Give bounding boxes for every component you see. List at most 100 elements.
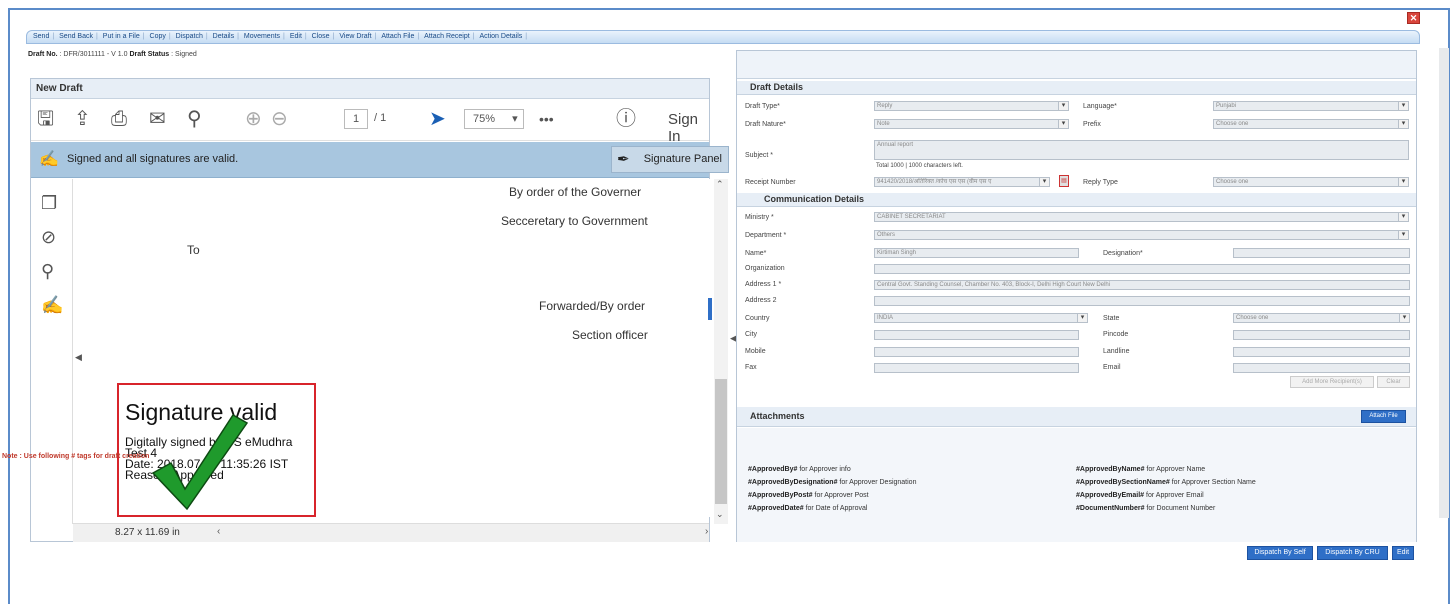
sign-icon[interactable]: ✍ — [41, 295, 63, 316]
dispatch-by-cru-button[interactable]: Dispatch By CRU — [1317, 546, 1388, 560]
print-icon[interactable]: ⎙ — [111, 107, 127, 131]
mobile-input[interactable] — [874, 347, 1079, 357]
more-tools-icon[interactable]: ••• — [539, 107, 554, 131]
mail-icon[interactable]: ✉ — [149, 107, 166, 131]
designation-label: Designation* — [1103, 250, 1143, 257]
clear-button[interactable]: Clear — [1377, 376, 1410, 388]
toolbar-copy[interactable]: Copy — [150, 31, 166, 43]
language-label: Language* — [1083, 103, 1117, 110]
zoom-select[interactable]: 75% ▾ — [464, 109, 524, 129]
prefix-label: Prefix — [1083, 121, 1101, 128]
receipt-number-label: Receipt Number — [745, 179, 796, 186]
help-icon[interactable]: ⓘ — [616, 107, 636, 131]
doc-line-forwarded: Forwarded/By order — [539, 299, 646, 313]
signature-stamp[interactable]: Signature valid Digitally signed by DS e… — [117, 383, 316, 517]
doc-line-section-officer: Section officer — [572, 328, 648, 342]
email-input[interactable] — [1233, 363, 1410, 373]
receipt-number-select[interactable]: 941420/2018/अतिरिक्त /कोच एस एस (वीम एस … — [874, 177, 1050, 187]
toolbar-action-details[interactable]: Action Details — [479, 31, 522, 43]
toolbar-edit[interactable]: Edit — [290, 31, 302, 43]
attachment-icon[interactable]: ⊘ — [41, 227, 56, 248]
page-number-input[interactable]: 1 — [344, 109, 368, 129]
scroll-up-icon[interactable]: ⌃ — [716, 179, 724, 190]
fax-input[interactable] — [874, 363, 1079, 373]
pincode-input[interactable] — [1233, 330, 1410, 340]
tag-approved-by-email: #ApprovedByEmail# for Approver Email — [1076, 492, 1204, 499]
add-more-recipient-button[interactable]: Add More Recipient(s) — [1290, 376, 1374, 388]
signature-panel-icon: ✒ — [617, 151, 630, 168]
page-total: / 1 — [374, 112, 387, 124]
country-label: Country — [745, 315, 770, 322]
scroll-right-icon[interactable]: › — [705, 526, 708, 537]
scroll-down-icon[interactable]: ⌄ — [716, 509, 724, 520]
upload-icon[interactable]: ⇪ — [74, 107, 91, 131]
toolbar-details[interactable]: Details — [213, 31, 234, 43]
signature-panel-button[interactable]: ✒ Signature Panel — [611, 146, 729, 173]
toolbar-put-in-file[interactable]: Put in a File — [103, 31, 140, 43]
draft-nature-label: Draft Nature* — [745, 121, 786, 128]
toolbar-view-draft[interactable]: View Draft — [339, 31, 371, 43]
state-label: State — [1103, 315, 1120, 322]
designation-input[interactable] — [1233, 248, 1410, 258]
zoom-value: 75% — [473, 113, 496, 125]
prefix-select[interactable]: Choose one — [1213, 119, 1409, 129]
attach-file-button[interactable]: Attach File — [1361, 410, 1406, 423]
country-select[interactable]: INDIA — [874, 313, 1088, 323]
page-down-icon[interactable]: ⊖ — [271, 107, 288, 131]
ministry-select[interactable]: CABINET SECRETARIAT — [874, 212, 1409, 222]
vertical-scrollbar[interactable]: ⌃ ⌄ — [714, 179, 728, 524]
panel-splitter[interactable] — [708, 298, 712, 320]
tag-document-number: #DocumentNumber# for Document Number — [1076, 505, 1216, 512]
close-icon[interactable]: ✕ — [1407, 12, 1420, 24]
outer-scrollbar[interactable] — [1439, 48, 1449, 518]
language-select[interactable]: Punjabi — [1213, 101, 1409, 111]
subject-textarea[interactable]: Annual report — [874, 140, 1409, 160]
tag-approved-by-post: #ApprovedByPost# for Approver Post — [748, 492, 869, 499]
toolbar-close[interactable]: Close — [312, 31, 330, 43]
toolbar-attach-receipt[interactable]: Attach Receipt — [424, 31, 470, 43]
pages-icon[interactable]: ❐ — [41, 193, 57, 214]
sign-in-link[interactable]: Sign In — [668, 111, 709, 145]
toolbar-dispatch[interactable]: Dispatch — [176, 31, 203, 43]
signature-panel-label: Signature Panel — [643, 153, 722, 165]
attachments-header: Attachments — [737, 407, 1416, 427]
city-input[interactable] — [874, 330, 1079, 340]
horizontal-bar: 8.27 x 11.69 in ‹ › — [73, 523, 709, 542]
organization-input[interactable] — [874, 264, 1410, 274]
state-select[interactable]: Choose one — [1233, 313, 1410, 323]
name-input[interactable]: Kirtiman Singh — [874, 248, 1079, 258]
collapse-left-icon[interactable]: ◀ — [75, 352, 82, 363]
note-title: Note : Use following # tags for draft cr… — [2, 453, 150, 460]
dispatch-by-self-button[interactable]: Dispatch By Self — [1247, 546, 1313, 560]
reply-type-select[interactable]: Choose one — [1213, 177, 1409, 187]
draft-status-label: Draft Status — [129, 51, 170, 58]
page-up-icon[interactable]: ⊕ — [245, 107, 262, 131]
department-select[interactable]: Others — [874, 230, 1409, 240]
scroll-thumb[interactable] — [715, 379, 727, 504]
draft-nature-select[interactable]: Note — [874, 119, 1069, 129]
draft-info: Draft No. : DFR/3011111 - V 1.0 Draft St… — [28, 51, 197, 58]
panel-title: New Draft — [31, 79, 709, 99]
signature-status-text: Signed and all signatures are valid. — [67, 153, 239, 165]
toolbar-attach-file[interactable]: Attach File — [381, 31, 414, 43]
landline-input[interactable] — [1233, 347, 1410, 357]
toolbar-send[interactable]: Send — [33, 31, 49, 43]
address2-input[interactable] — [874, 296, 1410, 306]
ministry-label: Ministry * — [745, 214, 774, 221]
select-cursor-icon[interactable]: ➤ — [429, 107, 446, 131]
action-toolbar: Send | Send Back | Put in a File | Copy | Di… — [26, 30, 1420, 44]
draft-type-select[interactable]: Reply — [874, 101, 1069, 111]
scroll-left-icon[interactable]: ‹ — [217, 526, 220, 537]
toolbar-send-back[interactable]: Send Back — [59, 31, 93, 43]
pdf-file-icon[interactable]: ▤ — [1059, 175, 1069, 187]
address1-input[interactable]: Central Govt. Standing Counsel, Chamber … — [874, 280, 1410, 290]
draft-no-value: : DFR/3011111 - V 1.0 — [59, 51, 128, 58]
edit-button[interactable]: Edit — [1392, 546, 1414, 560]
page-size: 8.27 x 11.69 in — [115, 527, 180, 538]
search-icon[interactable]: ⚲ — [41, 261, 54, 282]
toolbar-movements[interactable]: Movements — [244, 31, 280, 43]
save-icon[interactable]: 🖫 — [37, 107, 54, 131]
search-icon[interactable]: ⚲ — [187, 107, 202, 131]
subject-label: Subject * — [745, 152, 774, 159]
doc-line-secretary: Secceretary to Government — [501, 214, 648, 228]
